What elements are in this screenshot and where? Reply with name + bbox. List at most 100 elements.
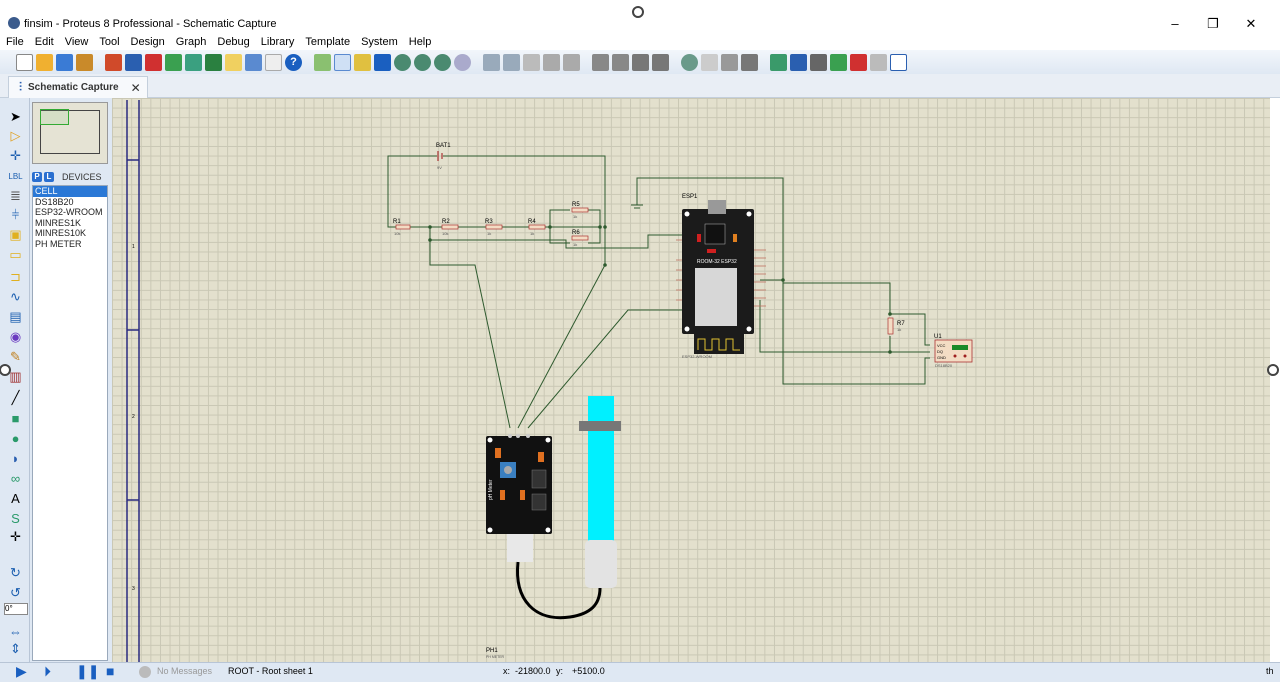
- path-icon[interactable]: ∞: [8, 471, 23, 486]
- menu-debug[interactable]: Debug: [211, 34, 254, 50]
- menu-file[interactable]: File: [0, 34, 29, 50]
- new-sheet-icon[interactable]: [830, 53, 847, 71]
- block-copy-icon[interactable]: [592, 53, 609, 71]
- device-pins-icon[interactable]: ⊐: [8, 269, 23, 284]
- subcircuit-icon[interactable]: ▣: [8, 227, 23, 242]
- menu-template[interactable]: Template: [299, 34, 355, 50]
- zoom-all-icon[interactable]: [434, 53, 451, 71]
- device-item-cell[interactable]: CELL: [33, 186, 107, 197]
- ph-meter[interactable]: pH Meter PH1 PH METER: [486, 396, 621, 659]
- 3d-viewer-icon[interactable]: [165, 53, 182, 71]
- circle-icon[interactable]: ●: [8, 431, 23, 446]
- rotation-angle-field[interactable]: 0°: [4, 603, 28, 615]
- step-button[interactable]: ⏵: [44, 663, 51, 680]
- pcb-icon[interactable]: [145, 53, 162, 71]
- resistor-r2[interactable]: [441, 224, 459, 230]
- pause-button[interactable]: ❚❚: [76, 663, 99, 680]
- source-code-icon[interactable]: [245, 53, 262, 71]
- schematic-icon[interactable]: [125, 53, 142, 71]
- resistor-r6[interactable]: [571, 235, 589, 241]
- refresh-icon[interactable]: [314, 53, 331, 71]
- resistor-r1[interactable]: [395, 224, 411, 230]
- tape-recorder-icon[interactable]: ▤: [8, 309, 23, 324]
- menu-view[interactable]: View: [59, 34, 94, 50]
- gerber-icon[interactable]: [185, 53, 202, 71]
- zoom-in-icon[interactable]: [394, 53, 411, 71]
- probe-icon[interactable]: ✎: [8, 349, 23, 364]
- redo-icon[interactable]: [503, 53, 520, 71]
- rotate-clockwise-icon[interactable]: ↻: [8, 565, 23, 580]
- menu-design[interactable]: Design: [125, 34, 170, 50]
- grid-toggle-icon[interactable]: [334, 53, 351, 71]
- line-icon[interactable]: ╱: [8, 390, 23, 405]
- box-icon[interactable]: ■: [8, 411, 23, 426]
- packaging-tool-icon[interactable]: [721, 53, 738, 71]
- arc-icon[interactable]: ◗: [8, 451, 23, 466]
- component-mode-icon[interactable]: ▷: [8, 128, 23, 143]
- resize-handle-right[interactable]: [1267, 364, 1279, 376]
- origin-icon[interactable]: [354, 53, 371, 71]
- device-item-ph-meter[interactable]: PH METER: [33, 239, 107, 250]
- overview-window[interactable]: [32, 102, 108, 164]
- device-item-ds18b20[interactable]: DS18B20: [33, 197, 107, 208]
- home-icon[interactable]: [105, 53, 122, 71]
- device-item-minres10k[interactable]: MINRES10K: [33, 228, 107, 239]
- undo-icon[interactable]: [483, 53, 500, 71]
- wire-autorouter-icon[interactable]: [770, 53, 787, 71]
- paste-icon[interactable]: [563, 53, 580, 71]
- rotate-anticlockwise-icon[interactable]: ↺: [8, 585, 23, 600]
- resistor-r7[interactable]: [887, 317, 894, 335]
- close-project-icon[interactable]: [76, 53, 93, 71]
- pick-device-icon[interactable]: [681, 53, 698, 71]
- search-tag-icon[interactable]: [790, 53, 807, 71]
- block-move-icon[interactable]: [612, 53, 629, 71]
- new-file-icon[interactable]: [16, 53, 33, 71]
- junction-dot-icon[interactable]: ✛: [8, 148, 23, 163]
- remove-sheet-icon[interactable]: [850, 53, 867, 71]
- device-item-minres1k[interactable]: MINRES1K: [33, 218, 107, 229]
- mirror-horizontal-icon[interactable]: ⇔: [8, 624, 23, 639]
- design-notes-icon[interactable]: [890, 53, 907, 71]
- menu-help[interactable]: Help: [403, 34, 437, 50]
- close-button[interactable]: ✕: [1232, 14, 1270, 34]
- bill-of-materials-icon[interactable]: [225, 53, 242, 71]
- terminals-icon[interactable]: ▭: [8, 247, 23, 262]
- restore-button[interactable]: ❐: [1194, 14, 1232, 34]
- block-delete-icon[interactable]: [652, 53, 669, 71]
- open-folder-icon[interactable]: [36, 53, 53, 71]
- minimize-button[interactable]: –: [1156, 14, 1194, 34]
- resistor-r5[interactable]: [571, 207, 589, 213]
- menu-graph[interactable]: Graph: [170, 34, 212, 50]
- resize-handle-top[interactable]: [632, 6, 644, 18]
- resistor-r4[interactable]: [528, 224, 546, 230]
- save-icon[interactable]: [56, 53, 73, 71]
- device-item-esp32-wroom[interactable]: ESP32-WROOM: [33, 207, 107, 218]
- library-manager-button[interactable]: L: [44, 172, 54, 182]
- zoom-area-icon[interactable]: [454, 53, 471, 71]
- tab-schematic-capture[interactable]: ⫶ Schematic Capture ✕: [8, 76, 148, 98]
- schematic-canvas[interactable]: 1 2 3 BAT1 9V R1 10k R2 10k R3 1k R4 1k …: [112, 98, 1270, 662]
- make-device-icon[interactable]: [701, 53, 718, 71]
- menu-library[interactable]: Library: [255, 34, 300, 50]
- copy-icon[interactable]: [543, 53, 560, 71]
- symbol-icon[interactable]: S: [8, 511, 23, 526]
- tab-close-icon[interactable]: ✕: [131, 81, 141, 95]
- decompose-icon[interactable]: [741, 53, 758, 71]
- stop-button[interactable]: ■: [106, 663, 114, 679]
- wire-label-icon[interactable]: LBL: [8, 169, 23, 183]
- design-explorer-icon[interactable]: [205, 53, 222, 71]
- pan-icon[interactable]: [374, 53, 391, 71]
- ds18b20-sensor[interactable]: U1 VCC DQ GND DS18B20: [934, 334, 973, 368]
- mirror-vertical-icon[interactable]: ⇕: [8, 641, 23, 656]
- goto-sheet-icon[interactable]: [870, 53, 887, 71]
- selection-mode-icon[interactable]: ➤: [8, 109, 23, 124]
- messages-status[interactable]: No Messages: [157, 666, 212, 676]
- pick-devices-button[interactable]: P: [32, 172, 42, 182]
- buses-icon[interactable]: ⫩: [8, 207, 23, 222]
- menu-system[interactable]: System: [355, 34, 403, 50]
- text-script-icon[interactable]: ≣: [8, 188, 23, 203]
- zoom-out-icon[interactable]: [414, 53, 431, 71]
- resistor-r3[interactable]: [485, 224, 503, 230]
- notes-icon[interactable]: [265, 53, 282, 71]
- play-button[interactable]: ▶: [16, 663, 27, 680]
